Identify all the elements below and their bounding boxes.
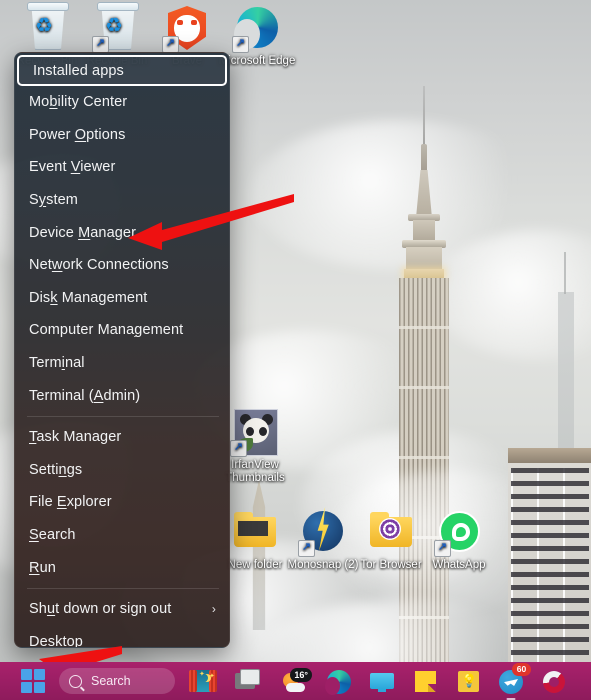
search-input[interactable]: Search <box>59 668 175 694</box>
weather-temperature: 16° <box>290 668 312 682</box>
search-icon <box>69 674 82 688</box>
menu-item-search[interactable]: Search <box>15 519 229 552</box>
telegram-unread-badge: 60 <box>512 663 531 676</box>
telegram-icon[interactable]: 60 <box>496 663 531 700</box>
microsoft-edge-icon: ↗ <box>232 4 281 53</box>
menu-item-label: Network Connections <box>29 257 169 274</box>
task-view-icon[interactable] <box>231 666 261 696</box>
menu-item-installed-apps[interactable]: Installed apps <box>17 55 227 86</box>
background-tower <box>558 252 574 472</box>
brave-browser-icon: ↗ <box>162 4 211 53</box>
menu-separator <box>27 587 219 589</box>
start-button[interactable] <box>20 668 46 694</box>
menu-item-settings[interactable]: Settings <box>15 454 229 487</box>
folder-icon <box>231 508 279 556</box>
menu-item-label: Terminal <box>29 355 85 372</box>
whatsapp-icon: ↗ <box>434 508 483 557</box>
menu-item-device-manager[interactable]: Device Manager <box>15 216 229 249</box>
menu-item-label: Shut down or sign out <box>29 601 172 618</box>
theater-icon[interactable]: ✦ ✦ <box>188 666 218 696</box>
weather-widget[interactable]: 16° <box>281 666 312 696</box>
desktop-icon-whatsapp[interactable]: ↗ WhatsApp <box>416 508 502 572</box>
menu-item-computer-management[interactable]: Computer Management <box>15 314 229 347</box>
desktop-icon-label: WhatsApp <box>432 559 486 571</box>
menu-item-label: Settings <box>29 461 83 478</box>
menu-item-event-viewer[interactable]: Event Viewer <box>15 151 229 184</box>
menu-item-task-manager[interactable]: Task Manager <box>15 421 229 454</box>
shortcut-overlay-icon: ↗ <box>92 36 109 53</box>
menu-item-network-connections[interactable]: Network Connections <box>15 249 229 282</box>
menu-item-label: Desktop <box>29 633 83 648</box>
recycle-bin-icon: ♻ ↗ <box>92 2 141 53</box>
menu-item-label: Computer Management <box>29 322 184 339</box>
display-settings-icon[interactable] <box>367 666 397 696</box>
menu-separator <box>27 415 219 417</box>
menu-item-label: Disk Management <box>29 289 148 306</box>
tor-browser-icon <box>367 508 415 556</box>
menu-item-label: File Explorer <box>29 494 112 511</box>
menu-item-disk-management[interactable]: Disk Management <box>15 282 229 315</box>
monosnap-icon: ↗ <box>298 507 347 557</box>
menu-item-label: Device Manager <box>29 224 136 241</box>
menu-item-label: Event Viewer <box>29 159 116 176</box>
menu-item-label: System <box>29 192 78 209</box>
menu-item-file-explorer[interactable]: File Explorer <box>15 486 229 519</box>
sticky-notes-icon[interactable] <box>410 666 440 696</box>
desktop-screen: ♻ Recycle Bin ♻ ↗ Recycle Bin ↗ Brave ↗ … <box>0 0 591 700</box>
menu-item-mobility-center[interactable]: Mobility Center <box>15 86 229 119</box>
recycle-bin-icon: ♻ <box>23 2 71 52</box>
menu-item-label: Terminal (Admin) <box>29 387 141 404</box>
menu-item-label: Installed apps <box>33 62 124 79</box>
shortcut-overlay-icon: ↗ <box>162 36 179 53</box>
menu-item-label: Task Manager <box>29 429 122 446</box>
winx-quick-link-menu[interactable]: Installed apps Mobility Center Power Optio… <box>14 52 230 648</box>
menu-item-desktop[interactable]: Desktop <box>15 626 229 648</box>
menu-item-power-options[interactable]: Power Options <box>15 119 229 152</box>
shortcut-overlay-icon: ↗ <box>434 540 451 557</box>
search-placeholder: Search <box>91 674 131 688</box>
menu-item-run[interactable]: Run <box>15 551 229 584</box>
menu-item-terminal-admin[interactable]: Terminal (Admin) <box>15 379 229 412</box>
menu-item-label: Search <box>29 527 76 544</box>
microsoft-edge-icon[interactable] <box>324 666 354 696</box>
notes-idea-icon[interactable] <box>453 666 483 696</box>
menu-item-terminal[interactable]: Terminal <box>15 347 229 380</box>
shortcut-overlay-icon: ↗ <box>230 440 247 457</box>
menu-item-system[interactable]: System <box>15 184 229 217</box>
shortcut-overlay-icon: ↗ <box>232 36 249 53</box>
shortcut-overlay-icon: ↗ <box>298 540 315 557</box>
opera-browser-icon[interactable] <box>539 666 569 696</box>
irfanview-thumbnails-icon: ↗ <box>230 408 279 457</box>
taskbar: Search ✦ ✦ 16° 💡 60 <box>0 662 591 700</box>
menu-item-label: Mobility Center <box>29 94 128 111</box>
chevron-right-icon: › <box>211 602 216 617</box>
menu-item-label: Power Options <box>29 126 126 143</box>
menu-item-label: Run <box>29 559 56 576</box>
foreground-building <box>508 448 591 676</box>
menu-item-shut-down-or-sign-out[interactable]: Shut down or sign out › <box>15 593 229 626</box>
